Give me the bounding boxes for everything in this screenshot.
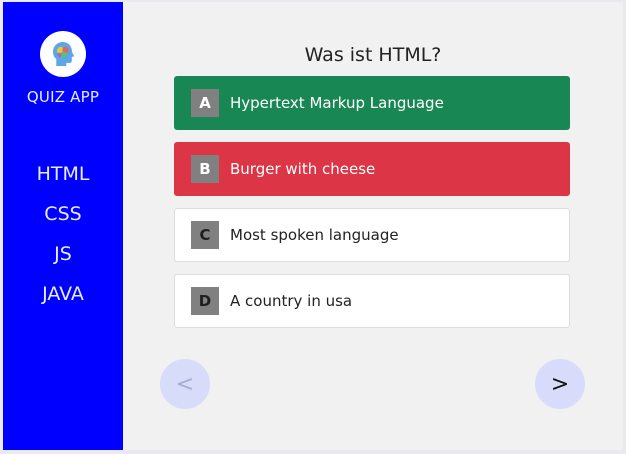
sidebar-nav: HTML CSS JS JAVA [37, 154, 90, 314]
brain-head-icon [53, 42, 75, 66]
sidebar-item-html[interactable]: HTML [37, 154, 90, 194]
option-text: A country in usa [230, 292, 353, 310]
quiz-panel: Was ist HTML? A Hypertext Markup Languag… [123, 2, 623, 450]
option-letter-badge: A [191, 89, 219, 117]
option-letter-badge: B [191, 155, 219, 183]
option-text: Hypertext Markup Language [230, 94, 444, 112]
sidebar-item-css[interactable]: CSS [44, 194, 81, 234]
sidebar-item-js[interactable]: JS [54, 234, 72, 274]
option-letter-badge: C [191, 221, 219, 249]
sidebar-item-java[interactable]: JAVA [42, 274, 84, 314]
app-window: QUIZ APP HTML CSS JS JAVA Was ist HTML? … [3, 2, 623, 450]
answer-option-d[interactable]: D A country in usa [174, 274, 570, 328]
app-logo [40, 31, 86, 77]
answer-option-c[interactable]: C Most spoken language [174, 208, 570, 262]
previous-question-button[interactable]: < [160, 359, 210, 409]
option-text: Most spoken language [230, 226, 399, 244]
answer-option-b[interactable]: B Burger with cheese [174, 142, 570, 196]
next-question-button[interactable]: > [535, 359, 585, 409]
option-text: Burger with cheese [230, 160, 376, 178]
sidebar: QUIZ APP HTML CSS JS JAVA [3, 2, 123, 450]
option-letter-badge: D [191, 287, 219, 315]
answer-option-a[interactable]: A Hypertext Markup Language [174, 76, 570, 130]
app-title: QUIZ APP [26, 88, 100, 106]
question-title: Was ist HTML? [304, 44, 442, 66]
